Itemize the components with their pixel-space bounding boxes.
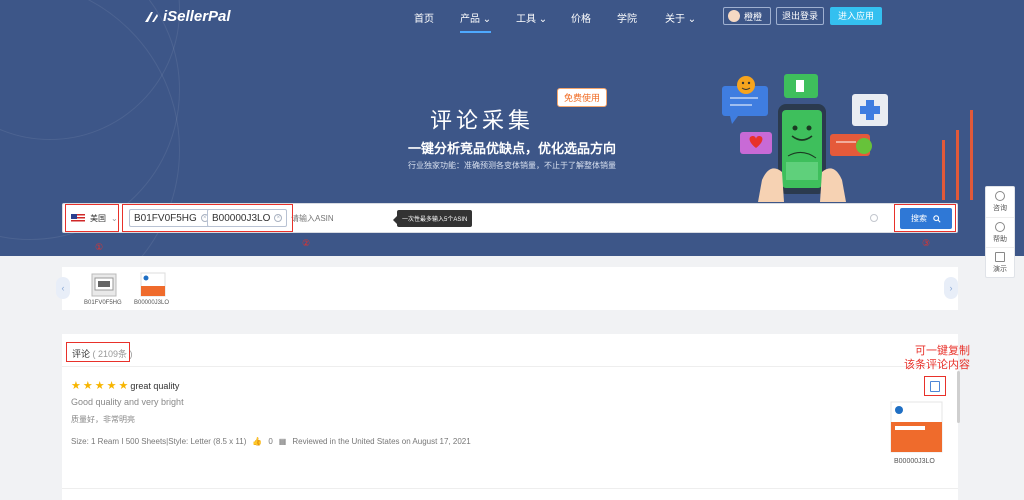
calendar-icon: ▦ — [278, 437, 287, 446]
star-icon: ★ — [106, 380, 117, 392]
annotation-box-count — [66, 342, 130, 362]
chevron-down-icon: ⌄ — [538, 14, 548, 25]
chevron-down-icon: ⌄ — [482, 14, 492, 25]
annotation-box-search — [894, 204, 956, 232]
copy-annotation-line2: 该条评论内容 — [904, 359, 970, 371]
user-menu-button[interactable]: 橙橙 — [723, 7, 771, 25]
review-date: Reviewed in the United States on August … — [292, 437, 471, 446]
top-nav: iSellerPal 首页 产品 ⌄ 工具 ⌄ 价格 学院 关于 ⌄ 橙橙 退出… — [0, 0, 1024, 33]
review-rating: ★ ★ ★ ★ ★ great quality — [71, 379, 179, 392]
help-button[interactable]: 帮助 — [986, 217, 1014, 247]
clear-icon[interactable] — [870, 214, 878, 222]
product-asin: B00000J3LO — [134, 300, 170, 306]
star-icon: ★ — [71, 380, 81, 392]
nav-tools-label: 工具 — [516, 14, 536, 25]
scrollbar[interactable] — [957, 371, 960, 423]
logout-button[interactable]: 退出登录 — [776, 7, 824, 25]
review-translation: 质量好，非常明亮 — [71, 415, 135, 424]
chevron-down-icon: ⌄ — [687, 14, 697, 25]
input-tooltip: 一次性最多输入5个ASIN — [392, 210, 473, 227]
review-likes: 0 — [268, 437, 273, 446]
annotation-marker-2: ② — [302, 238, 311, 248]
enter-app-button[interactable]: 进入应用 — [830, 7, 882, 25]
copy-annotation: 可一键复制 该条评论内容 — [840, 344, 970, 372]
brand-name: iSellerPal — [163, 8, 231, 25]
nav-about[interactable]: 关于 ⌄ — [665, 10, 696, 25]
nav-pricing[interactable]: 价格 — [571, 10, 591, 25]
review-title: great quality — [130, 380, 180, 391]
nav-tools[interactable]: 工具 ⌄ — [516, 10, 547, 25]
logo-icon — [145, 11, 158, 22]
nav-home[interactable]: 首页 — [414, 10, 434, 25]
help-label: 帮助 — [993, 236, 1007, 243]
review-meta: Size: 1 Ream I 500 Sheets|Style: Letter … — [71, 437, 471, 446]
scroll-right-button[interactable]: › — [944, 277, 958, 299]
consult-label: 咨询 — [993, 205, 1007, 212]
annotation-marker-1: ① — [95, 242, 104, 252]
annotation-marker-3: ③ — [922, 238, 931, 248]
free-badge: 免费使用 — [557, 88, 608, 107]
product-thumbnail[interactable] — [89, 270, 119, 298]
chevron-left-icon: ‹ — [61, 283, 65, 293]
side-toolbar: 咨询 帮助 演示 — [985, 186, 1015, 278]
thumbs-up-icon: 👍 — [252, 437, 263, 446]
help-icon — [995, 222, 1005, 232]
demo-icon — [995, 252, 1005, 262]
nav-products-label: 产品 — [460, 14, 480, 25]
user-name: 橙橙 — [744, 11, 763, 22]
annotation-box-region — [65, 204, 119, 232]
annotation-box-asins — [122, 204, 293, 232]
page-title-text: 评论采集 — [429, 108, 534, 133]
demo-label: 演示 — [993, 266, 1007, 273]
consult-button[interactable]: 咨询 — [986, 187, 1014, 217]
star-icon: ★ — [82, 380, 93, 392]
reviews-panel: 评论 ( 2109条 ) ★ ★ ★ ★ ★ great quality Goo… — [62, 334, 960, 500]
product-asin: B00000J3LO — [894, 458, 935, 465]
nav-about-label: 关于 — [665, 14, 685, 25]
copy-annotation-line1: 可一键复制 — [915, 345, 970, 357]
product-strip: ‹ › B01FV0F5HG B00000J3LO — [56, 267, 958, 310]
scroll-left-button[interactable]: ‹ — [56, 277, 70, 299]
demo-button[interactable]: 演示 — [986, 247, 1014, 277]
divider — [62, 488, 958, 489]
copy-icon[interactable] — [930, 381, 940, 392]
review-variant: Size: 1 Ream I 500 Sheets|Style: Letter … — [71, 437, 247, 446]
star-icon: ★ — [94, 380, 105, 392]
review-text: Good quality and very bright — [71, 397, 184, 407]
nav-academy[interactable]: 学院 — [617, 10, 637, 25]
product-image[interactable] — [889, 400, 944, 454]
headset-icon — [995, 191, 1005, 201]
product-asin: B01FV0F5HG — [84, 300, 122, 306]
logo[interactable]: iSellerPal — [143, 8, 231, 25]
avatar — [728, 10, 740, 22]
star-icon: ★ — [118, 380, 129, 392]
product-thumbnail[interactable] — [138, 270, 168, 298]
chevron-right-icon: › — [949, 283, 953, 293]
divider — [62, 366, 958, 367]
asin-input[interactable] — [291, 209, 871, 227]
hero-illustration-icon — [722, 74, 888, 202]
nav-products[interactable]: 产品 ⌄ — [460, 10, 492, 33]
